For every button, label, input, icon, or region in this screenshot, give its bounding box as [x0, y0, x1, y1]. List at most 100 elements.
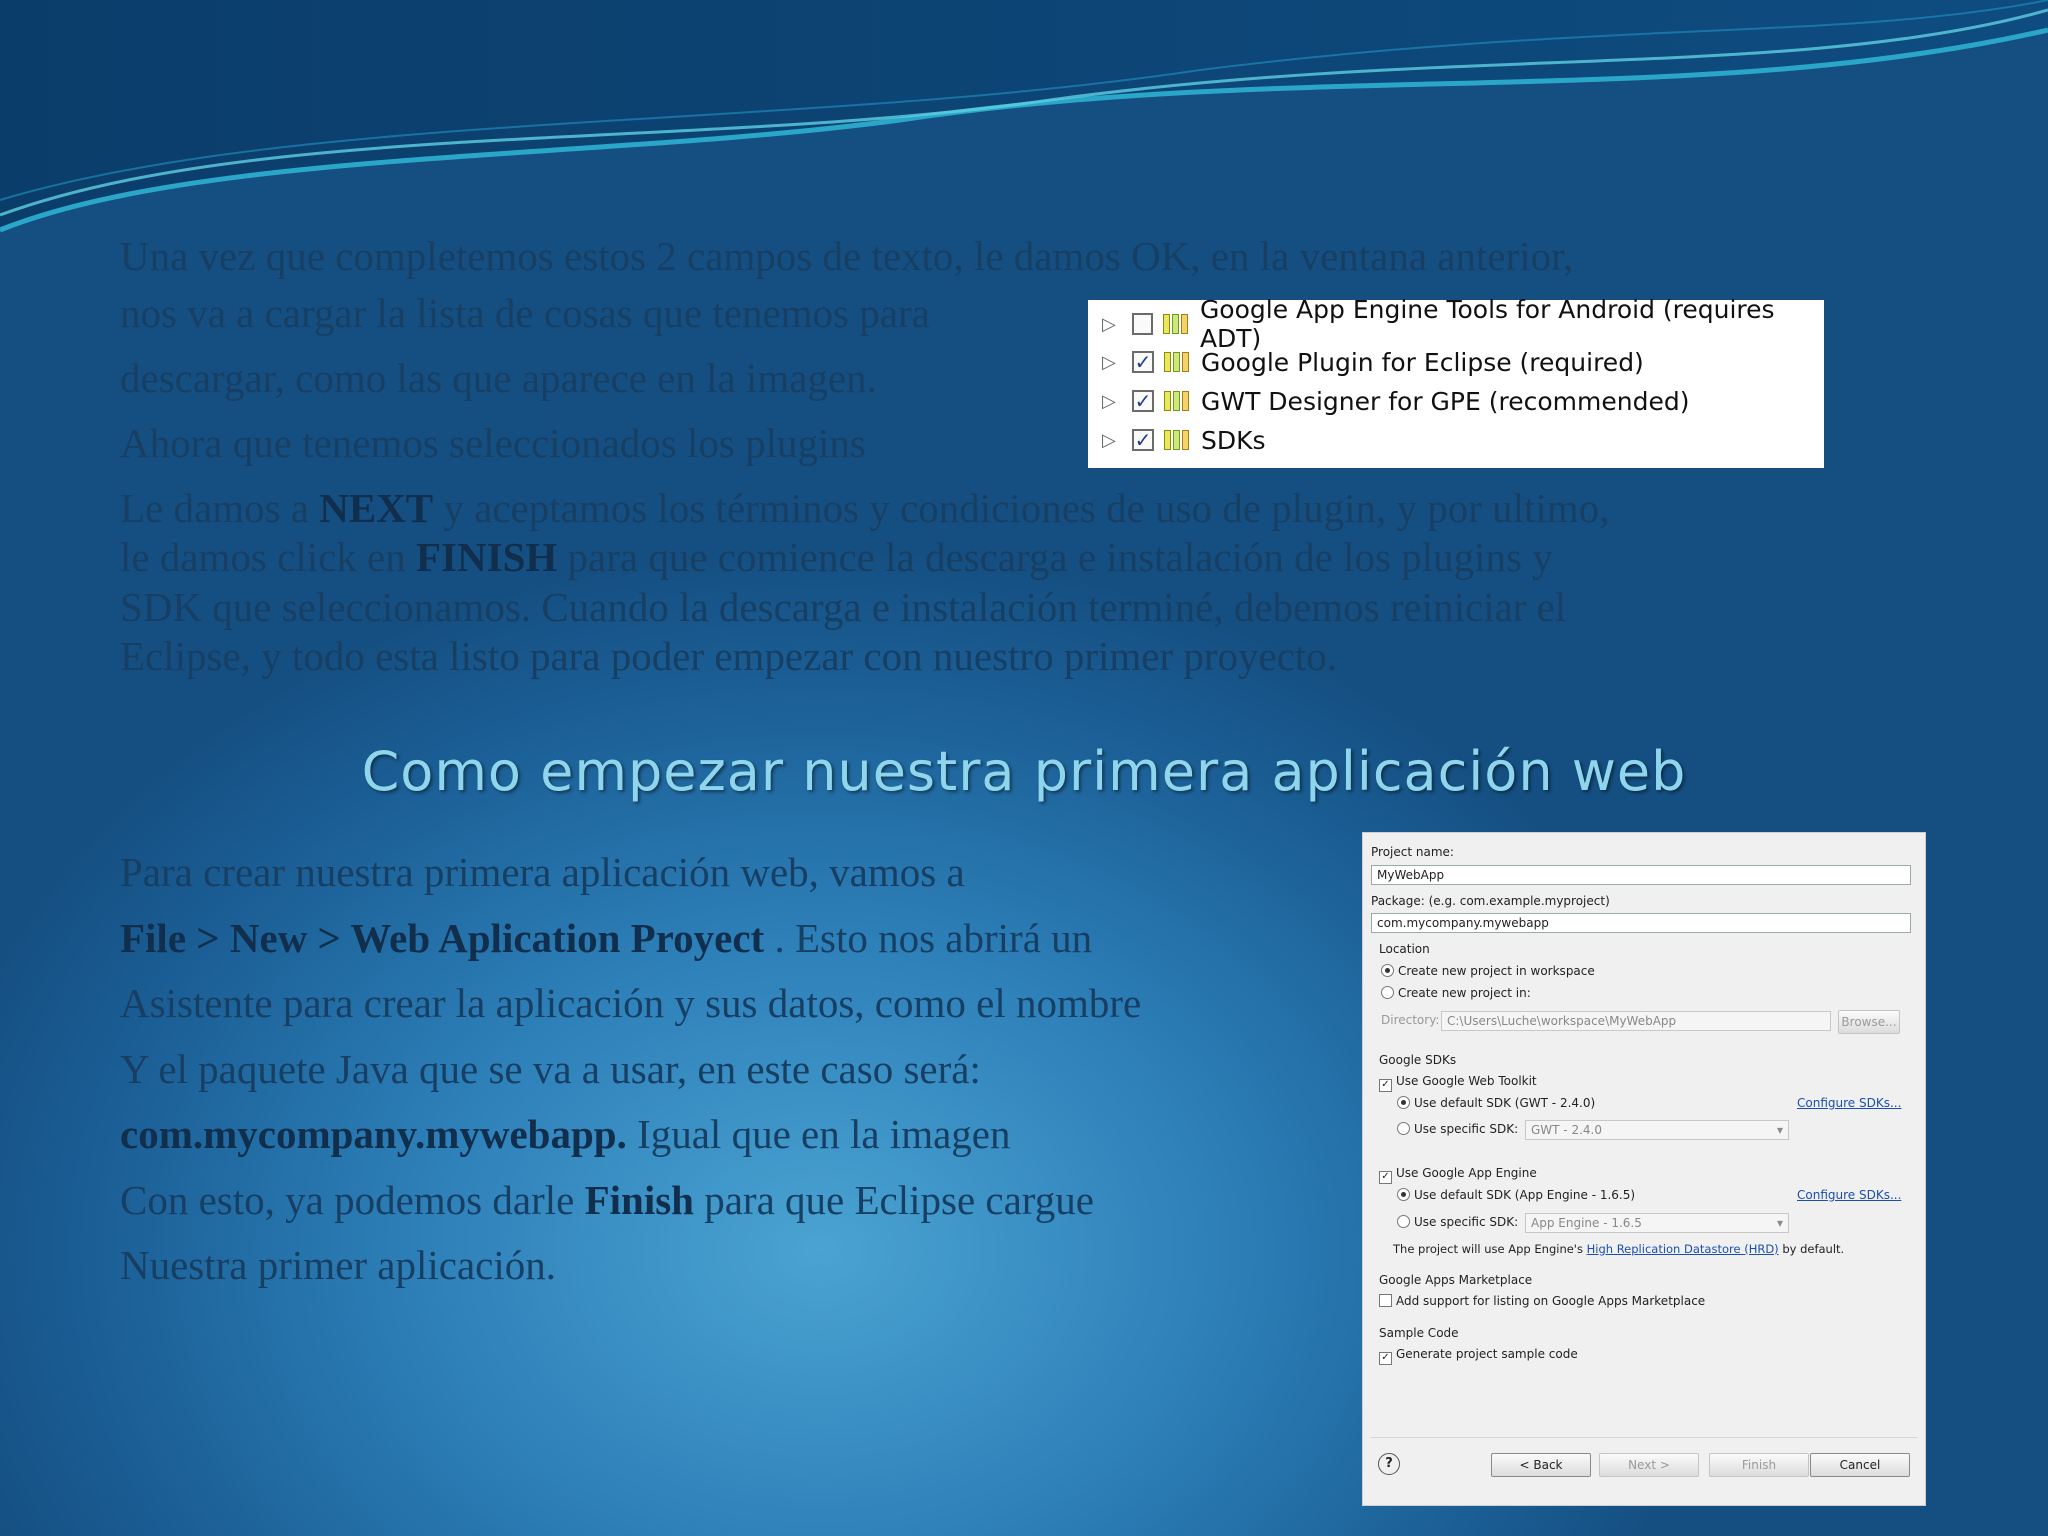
text-line: SDK que seleccionamos. Cuando la descarg…: [120, 583, 1567, 630]
chevron-down-icon: ▾: [1776, 1216, 1783, 1230]
radio-label: Create new project in:: [1398, 986, 1531, 1000]
sample-code-label: Sample Code: [1379, 1326, 1459, 1340]
checkbox-label: Generate project sample code: [1396, 1347, 1578, 1361]
radio-label: Use specific SDK:: [1414, 1122, 1519, 1136]
radio-label: Create new project in workspace: [1398, 964, 1595, 978]
expand-arrow-icon[interactable]: ▷: [1102, 314, 1118, 335]
text-span: para que Eclipse cargue: [693, 1176, 1094, 1223]
text-span: . Esto nos abrirá un: [764, 914, 1093, 961]
intro-line-3: descargar, como las que aparece en la im…: [120, 355, 877, 401]
radio-label: Use default SDK (GWT - 2.4.0): [1414, 1096, 1596, 1110]
configure-sdks-link[interactable]: Configure SDKs...: [1797, 1188, 1901, 1202]
help-icon[interactable]: ?: [1378, 1453, 1400, 1475]
header-wave-decoration: [0, 0, 2048, 233]
location-label: Location: [1379, 942, 1430, 956]
google-sdks-label: Google SDKs: [1379, 1053, 1457, 1067]
browse-button[interactable]: Browse...: [1838, 1010, 1900, 1034]
next-keyword: NEXT: [319, 485, 434, 531]
hrd-note: The project will use App Engine's High R…: [1393, 1242, 1844, 1256]
text-line: Nuestra primer aplicación.: [120, 1242, 557, 1288]
use-gwt-checkbox[interactable]: ✓ Use Google Web Toolkit: [1379, 1074, 1537, 1092]
gae-sdk-select[interactable]: App Engine - 1.6.5 ▾: [1525, 1213, 1789, 1233]
hrd-link[interactable]: High Replication Datastore (HRD): [1587, 1242, 1779, 1256]
intro-line-2: nos va a cargar la lista de cosas que te…: [120, 290, 930, 336]
checkbox-icon: [1379, 1294, 1392, 1307]
expand-arrow-icon[interactable]: ▷: [1102, 391, 1118, 412]
radio-icon: [1381, 986, 1394, 999]
finish-keyword: Finish: [584, 1176, 694, 1223]
package-input[interactable]: com.mycompany.mywebapp: [1371, 913, 1911, 933]
radio-selected-icon: [1381, 964, 1394, 977]
finish-keyword: FINISH: [416, 534, 558, 581]
marketplace-label: Google Apps Marketplace: [1379, 1273, 1533, 1287]
text-span: by default.: [1778, 1242, 1845, 1256]
marketplace-checkbox[interactable]: Add support for listing on Google Apps M…: [1379, 1294, 1705, 1308]
checkbox-checked-icon: ✓: [1379, 1352, 1392, 1365]
text-line: Asistente para crear la aplicación y sus…: [120, 980, 1142, 1026]
text-span: y aceptamos los términos y condiciones d…: [433, 485, 1610, 531]
gae-default-radio[interactable]: Use default SDK (App Engine - 1.6.5): [1397, 1188, 1635, 1202]
expand-arrow-icon[interactable]: ▷: [1102, 352, 1118, 373]
checkbox-checked-icon: ✓: [1379, 1171, 1392, 1184]
menu-path: File > New > Web Aplication Proyect: [120, 914, 765, 961]
text-line: Para crear nuestra primera aplicación we…: [120, 849, 965, 895]
plugin-label: GWT Designer for GPE (recommended): [1201, 386, 1690, 416]
radio-selected-icon: [1397, 1096, 1410, 1109]
plugin-row[interactable]: ▷ ✓ Google Plugin for Eclipse (required): [1088, 344, 1644, 380]
text-span: le damos click en: [120, 534, 417, 581]
chevron-down-icon: ▾: [1776, 1123, 1783, 1137]
gae-specific-radio[interactable]: Use specific SDK:: [1397, 1215, 1518, 1229]
finish-button[interactable]: Finish: [1709, 1453, 1809, 1477]
wizard-instructions: Para crear nuestra primera aplicación we…: [120, 840, 1141, 1299]
checkbox-checked-icon: ✓: [1379, 1079, 1392, 1092]
radio-label: Use default SDK (App Engine - 1.6.5): [1414, 1188, 1636, 1202]
gwt-sdk-select[interactable]: GWT - 2.4.0 ▾: [1525, 1120, 1789, 1140]
back-button[interactable]: < Back: [1491, 1453, 1591, 1477]
project-name-input[interactable]: MyWebApp: [1371, 865, 1911, 885]
create-in-directory-radio[interactable]: Create new project in:: [1381, 986, 1531, 1000]
text-line: Eclipse, y todo esta listo para poder em…: [120, 632, 1338, 679]
create-in-workspace-radio[interactable]: Create new project in workspace: [1381, 964, 1595, 978]
text-span: Igual que en la imagen: [626, 1111, 1011, 1157]
intro-line-1: Una vez que completemos estos 2 campos d…: [120, 233, 1574, 279]
feature-icon: [1164, 430, 1189, 450]
plugin-checkbox[interactable]: ✓: [1132, 429, 1154, 451]
directory-input[interactable]: C:\Users\Luche\workspace\MyWebApp: [1441, 1011, 1831, 1031]
plugin-row[interactable]: ▷ Google App Engine Tools for Android (r…: [1088, 295, 1824, 353]
select-value: App Engine - 1.6.5: [1531, 1216, 1642, 1230]
project-name-label: Project name:: [1371, 845, 1454, 859]
package-name: com.mycompany.mywebapp.: [120, 1111, 627, 1157]
radio-selected-icon: [1397, 1188, 1410, 1201]
checkbox-label: Use Google Web Toolkit: [1396, 1074, 1537, 1088]
gwt-specific-radio[interactable]: Use specific SDK:: [1397, 1122, 1518, 1136]
intro-line-4: Ahora que tenemos seleccionados los plug…: [120, 420, 866, 466]
expand-arrow-icon[interactable]: ▷: [1102, 430, 1118, 451]
use-gae-checkbox[interactable]: ✓ Use Google App Engine: [1379, 1166, 1537, 1184]
radio-icon: [1397, 1122, 1410, 1135]
directory-label: Directory:: [1381, 1013, 1440, 1027]
section-heading: Como empezar nuestra primera aplicación …: [361, 740, 1687, 803]
plugin-checkbox[interactable]: ✓: [1132, 351, 1154, 373]
plugin-row[interactable]: ▷ ✓ SDKs: [1088, 422, 1266, 458]
next-instructions: Le damos a NEXT y aceptamos los términos…: [120, 483, 1609, 682]
text-span: Le damos a: [120, 485, 320, 531]
cancel-button[interactable]: Cancel: [1810, 1453, 1910, 1477]
divider: [1371, 1437, 1917, 1438]
text-line: Y el paquete Java que se va a usar, en e…: [120, 1045, 981, 1092]
radio-label: Use specific SDK:: [1414, 1215, 1519, 1229]
radio-icon: [1397, 1215, 1410, 1228]
feature-icon: [1164, 391, 1189, 411]
plugin-label: SDKs: [1201, 425, 1266, 455]
text-span: The project will use App Engine's: [1393, 1242, 1587, 1256]
configure-sdks-link[interactable]: Configure SDKs...: [1797, 1096, 1901, 1110]
checkbox-label: Use Google App Engine: [1396, 1166, 1537, 1180]
gwt-default-radio[interactable]: Use default SDK (GWT - 2.4.0): [1397, 1096, 1595, 1110]
sample-code-checkbox[interactable]: ✓ Generate project sample code: [1379, 1347, 1578, 1365]
next-button[interactable]: Next >: [1599, 1453, 1699, 1477]
plugin-row[interactable]: ▷ ✓ GWT Designer for GPE (recommended): [1088, 383, 1689, 419]
select-value: GWT - 2.4.0: [1531, 1123, 1602, 1137]
feature-icon: [1164, 352, 1189, 372]
plugin-checkbox[interactable]: [1131, 313, 1153, 335]
plugin-label: Google Plugin for Eclipse (required): [1201, 347, 1644, 377]
plugin-checkbox[interactable]: ✓: [1132, 390, 1154, 412]
